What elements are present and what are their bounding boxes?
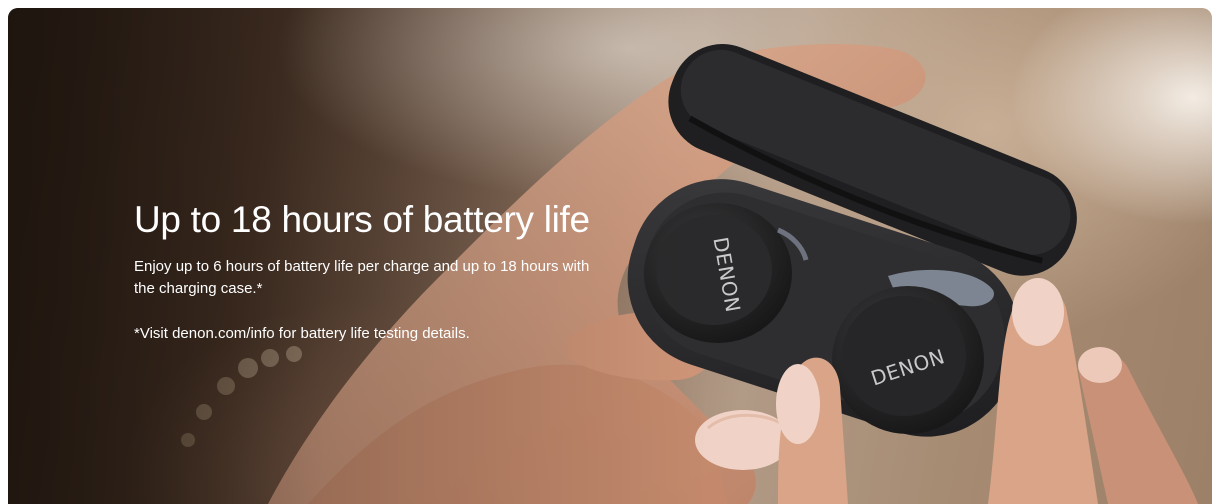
hero-headline: Up to 18 hours of battery life: [134, 199, 590, 240]
hero-description: Enjoy up to 6 hours of battery life per …: [134, 258, 590, 297]
hero-text-block: Up to 18 hours of battery life Enjoy up …: [134, 198, 604, 345]
hero-footnote: *Visit denon.com/info for battery life t…: [134, 325, 470, 342]
hero-banner: DENON DENON Up to 18 hours of battery li…: [8, 8, 1212, 504]
